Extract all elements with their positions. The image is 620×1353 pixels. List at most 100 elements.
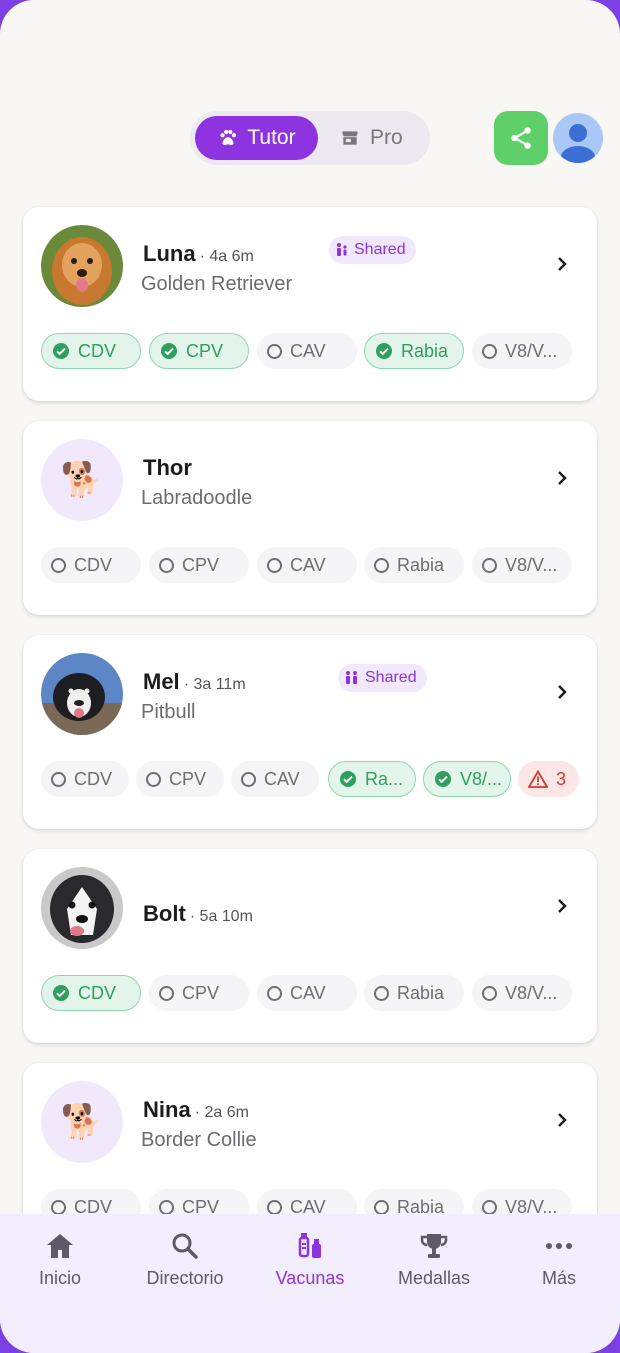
pet-card-luna[interactable]: Luna · 4a 6m Golden Retriever Shared CDV … (23, 207, 597, 401)
nav-item-directorio[interactable]: Directorio (123, 1230, 247, 1289)
mode-switch: Tutor Pro (190, 111, 430, 165)
vaccine-label: CDV (74, 554, 113, 575)
pet-photo (41, 225, 123, 307)
profile-avatar[interactable] (553, 113, 603, 163)
mode-tutor-button[interactable]: Tutor (195, 116, 318, 160)
check-circle-icon (53, 985, 69, 1001)
pet-name-text: Thor (143, 455, 192, 480)
vaccine-chip[interactable]: Rabia (364, 333, 464, 369)
vaccine-label: CAV (290, 982, 326, 1003)
warning-icon (528, 770, 548, 788)
empty-circle-icon (51, 771, 66, 787)
mode-pro-button[interactable]: Pro (330, 116, 425, 160)
chevron-right-icon[interactable] (553, 469, 571, 487)
vaccine-chip[interactable]: CPV (149, 975, 249, 1011)
nav-label: Medallas (397, 1268, 471, 1288)
vaccine-chip[interactable]: Rabia (364, 547, 464, 583)
app-screen: Tutor Pro Luna · 4a 6m Golden Retriever S… (0, 0, 620, 1353)
pet-name-text: Mel (143, 669, 180, 694)
chevron-right-icon[interactable] (553, 255, 571, 273)
search-icon (172, 1233, 198, 1259)
empty-circle-icon (159, 1199, 174, 1215)
check-circle-icon (53, 343, 69, 359)
nav-item-vacunas[interactable]: Vacunas (248, 1230, 372, 1289)
check-circle-icon (435, 771, 451, 787)
empty-circle-icon (267, 557, 282, 573)
nav-label: Más (541, 1268, 576, 1288)
empty-circle-icon (267, 1199, 282, 1215)
nav-label: Inicio (38, 1268, 82, 1288)
chevron-right-icon[interactable] (553, 683, 571, 701)
check-circle-icon (376, 343, 392, 359)
empty-circle-icon (482, 343, 497, 359)
vaccine-label: Rabia (397, 982, 445, 1003)
pet-name-text: Luna (143, 241, 196, 266)
pet-name: Thor (143, 455, 192, 481)
empty-circle-icon (146, 771, 161, 787)
pet-card-bolt[interactable]: Bolt · 5a 10m CDV CPV CAV Rabia V8/V... (23, 849, 597, 1043)
vaccine-label: CPV (169, 768, 207, 789)
share-button[interactable] (494, 111, 548, 165)
vaccine-label: CPV (182, 982, 220, 1003)
store-icon (342, 131, 358, 145)
empty-circle-icon (159, 557, 174, 573)
vaccine-chip[interactable]: V8/... (423, 761, 511, 797)
dog-placeholder-icon: 🐕 (41, 1081, 123, 1163)
nav-label: Directorio (146, 1268, 224, 1288)
chevron-right-icon[interactable] (553, 1111, 571, 1129)
pet-breed: Golden Retriever (141, 273, 293, 295)
pitbull-photo (41, 653, 123, 735)
more-icon (546, 1243, 572, 1249)
vaccine-chip[interactable]: V8/V... (472, 547, 572, 583)
pet-name-text: Nina (143, 1097, 191, 1122)
nav-item-mas[interactable]: Más (497, 1230, 620, 1289)
top-bar: Tutor Pro (0, 111, 620, 165)
vaccine-label: CPV (182, 554, 220, 575)
pet-name: Mel · 3a 11m (143, 669, 246, 695)
vaccine-chip[interactable]: CAV (257, 333, 357, 369)
nav-item-medallas[interactable]: Medallas (372, 1230, 496, 1289)
vaccine-icon (298, 1233, 321, 1258)
pet-photo (41, 867, 123, 949)
bottom-navigation: Inicio Directorio Vacunas Medallas Más (0, 1214, 620, 1353)
vaccine-label: V8/... (460, 768, 503, 789)
pet-breed: Border Collie (141, 1129, 257, 1151)
shared-badge: Shared (329, 236, 416, 264)
pet-age: · 5a 10m (189, 908, 253, 925)
empty-circle-icon (51, 557, 66, 573)
vaccine-chip[interactable]: CAV (231, 761, 319, 797)
vaccine-chip[interactable]: CPV (149, 333, 249, 369)
pet-breed: Pitbull (141, 701, 196, 723)
vaccine-label: CDV (78, 340, 117, 361)
vaccine-chip[interactable]: Rabia (364, 975, 464, 1011)
vaccine-chip[interactable]: V8/V... (472, 975, 572, 1011)
nav-item-inicio[interactable]: Inicio (0, 1230, 122, 1289)
shared-label: Shared (365, 669, 417, 686)
vaccine-chip[interactable]: CDV (41, 975, 141, 1011)
vaccine-chip[interactable]: CDV (41, 761, 129, 797)
vaccine-chip[interactable]: CAV (257, 975, 357, 1011)
empty-circle-icon (51, 1199, 66, 1215)
pet-card-thor[interactable]: 🐕 Thor Labradoodle CDV CPV CAV Rabia V8/… (23, 421, 597, 615)
pet-breed: Labradoodle (141, 487, 253, 509)
empty-circle-icon (267, 343, 282, 359)
vaccine-chip[interactable]: CPV (149, 547, 249, 583)
vaccine-chip[interactable]: CDV (41, 333, 141, 369)
pet-card-mel[interactable]: Mel · 3a 11m Pitbull Shared CDV CPV CAV R… (23, 635, 597, 829)
vaccine-chip[interactable]: V8/V... (472, 333, 572, 369)
vaccine-label: Rabia (397, 554, 445, 575)
vaccine-label: CPV (186, 340, 224, 361)
pet-name: Luna · 4a 6m (143, 241, 254, 267)
vaccine-label: CAV (290, 554, 326, 575)
empty-circle-icon (482, 557, 497, 573)
vaccine-chip[interactable]: CDV (41, 547, 141, 583)
empty-circle-icon (482, 985, 497, 1001)
family-icon (346, 671, 357, 684)
alert-count: 3 (556, 768, 567, 789)
vaccine-chip[interactable]: CPV (136, 761, 224, 797)
pet-photo: 🐕 (41, 1081, 123, 1163)
alert-chip[interactable]: 3 (518, 761, 579, 797)
chevron-right-icon[interactable] (553, 897, 571, 915)
vaccine-chip[interactable]: CAV (257, 547, 357, 583)
vaccine-chip[interactable]: Ra... (328, 761, 416, 797)
